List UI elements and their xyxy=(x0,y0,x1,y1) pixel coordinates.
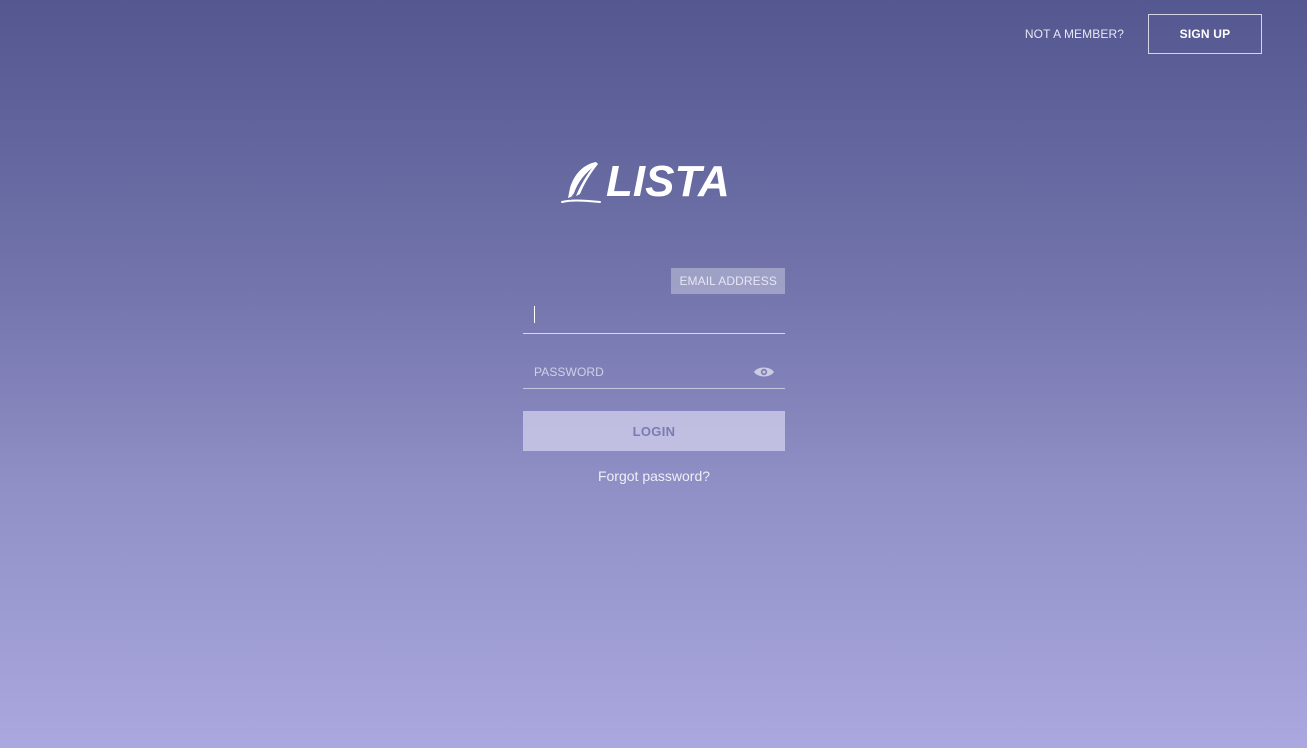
logo-text: LISTA xyxy=(606,157,730,206)
email-input[interactable] xyxy=(523,298,785,332)
signup-button[interactable]: SIGN UP xyxy=(1148,14,1262,54)
forgot-password-link[interactable]: Forgot password? xyxy=(523,468,785,484)
email-label: EMAIL ADDRESS xyxy=(671,268,785,294)
not-member-text: NOT A MEMBER? xyxy=(1024,27,1124,41)
password-field-container xyxy=(523,356,785,389)
login-button[interactable]: LOGIN xyxy=(523,411,785,451)
brand-logo: LISTA xyxy=(560,158,730,206)
password-input[interactable] xyxy=(523,356,743,388)
text-caret xyxy=(534,306,535,323)
top-bar: NOT A MEMBER? SIGN UP xyxy=(1025,14,1262,54)
feather-icon xyxy=(561,162,601,203)
eye-icon[interactable] xyxy=(753,365,775,379)
email-field-container xyxy=(523,298,785,334)
